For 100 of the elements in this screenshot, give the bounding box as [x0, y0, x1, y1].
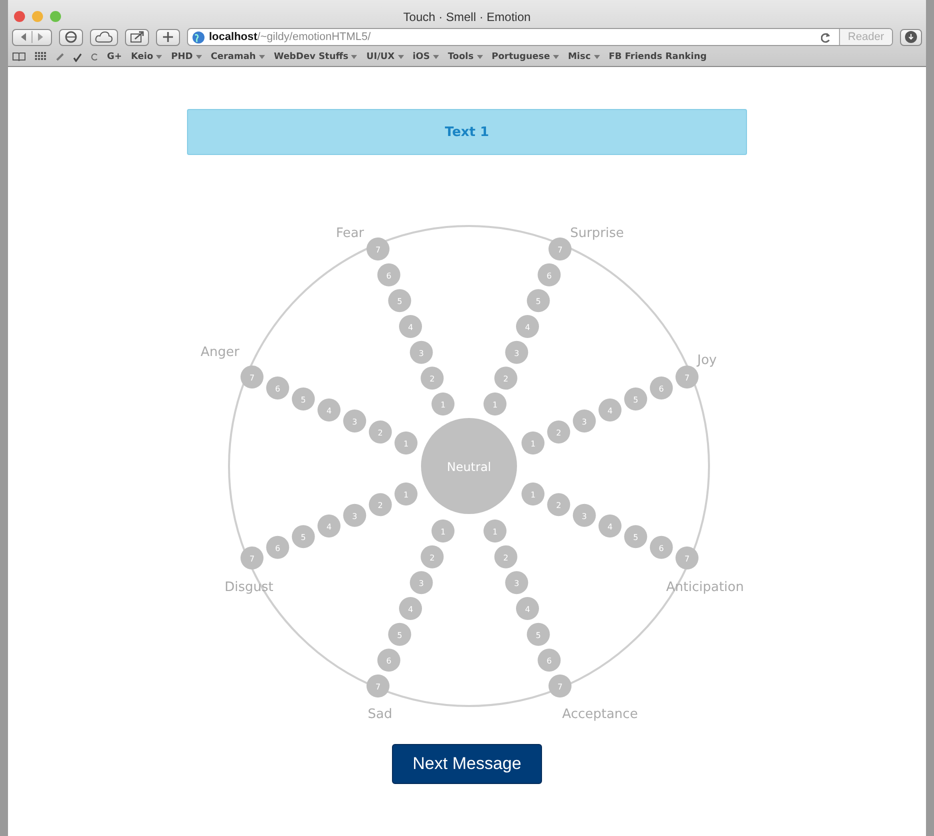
grid-icon[interactable]	[35, 52, 47, 62]
level-dot[interactable]: 3	[572, 504, 596, 527]
level-dot[interactable]: 1	[394, 432, 418, 454]
level-dot[interactable]: 5	[526, 289, 550, 312]
bookmark-item[interactable]: WebDev Stuffs	[274, 52, 358, 62]
message-banner: Text 1	[187, 109, 747, 155]
level-dot[interactable]: 1	[522, 482, 544, 506]
level-dot[interactable]: 5	[624, 525, 648, 548]
level-dot[interactable]: 7	[366, 238, 390, 260]
caret-icon	[552, 55, 559, 59]
level-dot[interactable]: 3	[572, 410, 596, 432]
level-dot[interactable]: 3	[410, 340, 433, 364]
plus-icon	[163, 32, 173, 42]
level-dot[interactable]: 3	[343, 504, 366, 527]
level-dot[interactable]: 6	[266, 376, 290, 400]
level-dot[interactable]: 7	[240, 366, 264, 388]
caret-icon	[156, 55, 162, 59]
level-dot[interactable]: 7	[676, 546, 698, 570]
level-dot[interactable]: 1	[394, 482, 418, 506]
level-dot[interactable]: 5	[526, 622, 550, 646]
level-dot[interactable]: 6	[650, 536, 673, 559]
level-dot[interactable]: 2	[368, 493, 392, 516]
level-dot[interactable]: 2	[420, 545, 444, 568]
level-dot[interactable]: 3	[410, 571, 433, 594]
caret-icon	[351, 55, 358, 59]
level-dot[interactable]: 7	[676, 366, 698, 388]
cloud-icon	[95, 31, 113, 43]
checkmark-icon[interactable]	[73, 52, 82, 62]
reader-button[interactable]: Reader	[838, 29, 892, 45]
level-dot[interactable]: 6	[538, 648, 561, 672]
bookmark-item[interactable]: UI/UX	[366, 52, 404, 62]
level-dot[interactable]: 6	[650, 376, 673, 400]
level-dot[interactable]: 4	[399, 315, 422, 338]
level-dot[interactable]: 4	[318, 514, 340, 538]
downloads-button[interactable]	[900, 28, 922, 46]
level-dot[interactable]: 5	[292, 525, 315, 548]
level-dot[interactable]: 6	[538, 263, 561, 286]
level-dot[interactable]: 2	[368, 420, 392, 444]
caret-icon	[196, 55, 202, 59]
level-dot[interactable]: 5	[292, 388, 315, 410]
level-dot[interactable]: 1	[484, 392, 506, 416]
level-dot[interactable]: 1	[432, 392, 454, 416]
level-dot[interactable]: 7	[366, 674, 390, 698]
address-field[interactable]: localhost/~gildy/emotionHTML5/ Reader	[187, 28, 893, 46]
level-dot[interactable]: 6	[266, 536, 290, 559]
level-dot[interactable]: 4	[598, 514, 622, 538]
browser-button[interactable]	[59, 28, 83, 46]
level-dot[interactable]: 4	[399, 597, 422, 620]
emotion-label: Acceptance	[562, 707, 638, 722]
emotion-label: Sad	[368, 707, 392, 722]
bookmark-item[interactable]: Portuguese	[492, 52, 559, 62]
bookmark-item[interactable]: Misc	[568, 52, 600, 62]
icloud-button[interactable]	[90, 28, 118, 46]
level-dot[interactable]: 4	[516, 315, 539, 338]
level-dot[interactable]: 4	[516, 597, 539, 620]
level-dot[interactable]: 4	[598, 398, 622, 422]
caret-icon	[432, 55, 439, 59]
pencil-icon[interactable]	[56, 53, 64, 61]
level-dot[interactable]: 2	[547, 493, 570, 516]
share-button[interactable]	[125, 28, 149, 46]
bookmark-item[interactable]: Ceramah	[210, 52, 265, 62]
level-dot[interactable]: 7	[548, 238, 572, 260]
level-dot[interactable]: 1	[522, 432, 544, 454]
bookmark-item[interactable]: PHD	[171, 52, 202, 62]
level-dot[interactable]: 3	[343, 410, 366, 432]
level-dot[interactable]: 2	[494, 545, 518, 568]
level-dot[interactable]: 5	[624, 388, 648, 410]
level-dot[interactable]: 5	[388, 622, 412, 646]
level-dot[interactable]: 3	[505, 571, 528, 594]
caret-icon	[476, 55, 483, 59]
window-title: Touch · Smell · Emotion	[403, 10, 531, 24]
bookmark-item[interactable]: Keio	[130, 52, 162, 62]
level-dot[interactable]: 1	[484, 520, 506, 542]
emotion-label: Anticipation	[666, 580, 744, 595]
reload-icon[interactable]	[820, 32, 831, 42]
emotion-label: Anger	[200, 345, 240, 360]
level-dot[interactable]: 5	[388, 289, 412, 312]
book-icon[interactable]	[12, 52, 26, 62]
close-icon[interactable]	[14, 11, 25, 22]
level-dot[interactable]: 4	[318, 398, 340, 422]
level-dot[interactable]: 7	[240, 546, 264, 570]
back-forward-button[interactable]	[12, 28, 52, 46]
download-icon	[905, 31, 917, 43]
level-dot[interactable]: 6	[377, 648, 400, 672]
bookmark-item[interactable]: iOS	[412, 52, 439, 62]
level-dot[interactable]: 6	[377, 263, 400, 286]
level-dot[interactable]: 2	[420, 366, 444, 390]
add-bookmark-button[interactable]	[156, 28, 180, 46]
level-dot[interactable]: 2	[494, 366, 518, 390]
bookmark-item[interactable]: Tools	[448, 52, 483, 62]
level-dot[interactable]: 7	[548, 674, 572, 698]
bookmark-item[interactable]: FB Friends Ranking	[608, 52, 707, 62]
level-dot[interactable]: 2	[547, 420, 570, 444]
level-dot[interactable]: 3	[505, 340, 528, 364]
bookmark-item[interactable]: G+	[107, 52, 122, 62]
share-icon	[130, 31, 144, 43]
level-dot[interactable]: 1	[432, 520, 454, 542]
neutral-button[interactable]: Neutral	[421, 418, 517, 514]
emotion-label: Fear	[336, 226, 364, 241]
next-message-button[interactable]: Next Message	[392, 744, 542, 784]
